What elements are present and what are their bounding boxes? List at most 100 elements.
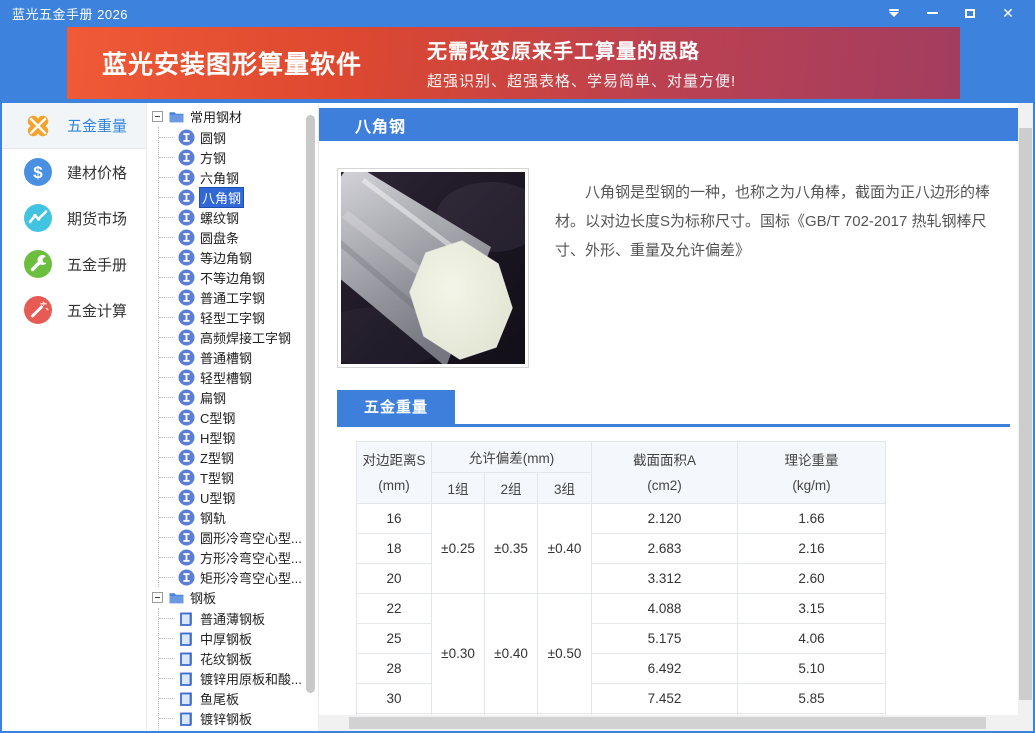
tree-item[interactable]: 八角钢	[159, 187, 318, 207]
intro-section: 八角钢是型钢的一种，也称之为八角棒，截面为正八边形的棒材。以对边长度S为标称尺寸…	[337, 168, 1010, 368]
cell-tolerance-1: ±0.25	[432, 504, 485, 594]
tree-item[interactable]: 等边角钢	[159, 247, 318, 267]
tree-guide	[159, 517, 173, 518]
tree-root-2[interactable]: 钢板	[147, 587, 318, 608]
tree-item[interactable]: 普通工字钢	[159, 287, 318, 307]
tree-item[interactable]: T型钢	[159, 467, 318, 487]
tree-item[interactable]: Z型钢	[159, 447, 318, 467]
ibeam-icon	[178, 189, 195, 206]
tab-hardware-weight[interactable]: 五金重量	[337, 390, 455, 424]
col-header-group-3: 3组	[538, 473, 592, 504]
minimize-icon	[927, 12, 938, 14]
tree-item-label: 扁钢	[200, 388, 226, 407]
ibeam-icon	[178, 209, 195, 226]
sheet-icon	[178, 650, 195, 667]
sidebar-item-3[interactable]: 期货市场	[2, 195, 146, 241]
vertical-scrollbar-thumb[interactable]	[1019, 128, 1032, 700]
cell-area: 7.452	[592, 684, 738, 714]
tree-guide	[159, 357, 173, 358]
tree-item[interactable]: 轻型工字钢	[159, 307, 318, 327]
tree-item[interactable]: 高频焊接工字钢	[159, 327, 318, 347]
tree-item[interactable]: 镀锌钢板	[159, 708, 318, 728]
tree-item[interactable]: 圆钢	[159, 127, 318, 147]
tree-scrollbar-thumb[interactable]	[306, 115, 315, 693]
banner-slogans: 无需改变原来手工算量的思路 超强识别、超强表格、学易简单、对量方便!	[427, 35, 736, 91]
tree-guide	[159, 618, 173, 619]
vertical-scrollbar[interactable]	[1018, 103, 1033, 731]
app-window: 蓝光五金手册 2026 ✕ 蓝光安装图形算量软件 无需改变原来手工算量的思路 超…	[0, 0, 1035, 733]
sidebar-item-1[interactable]: 五金重量	[2, 103, 146, 149]
tree-children: 圆钢方钢六角钢八角钢螺纹钢圆盘条等边角钢不等边角钢普通工字钢轻型工字钢高频焊接工…	[158, 127, 318, 587]
tree-item[interactable]: 镀锌用原板和酸...	[159, 668, 318, 688]
tree-item[interactable]: 普通薄钢板	[159, 608, 318, 628]
sidebar-item-label: 五金重量	[67, 115, 127, 136]
tree-item[interactable]: 扁钢	[159, 387, 318, 407]
skin-menu-icon[interactable]	[885, 5, 903, 21]
tree-guide	[159, 277, 173, 278]
tree-panel: 常用钢材圆钢方钢六角钢八角钢螺纹钢圆盘条等边角钢不等边角钢普通工字钢轻型工字钢高…	[147, 103, 319, 731]
tree-item-label: C型钢	[200, 408, 235, 427]
trend-icon	[23, 203, 53, 233]
tree-item[interactable]: 鱼尾板	[159, 688, 318, 708]
sidebar-item-2[interactable]: $建材价格	[2, 149, 146, 195]
tree-guide	[159, 417, 173, 418]
sheet-icon	[178, 730, 195, 732]
close-button[interactable]: ✕	[999, 5, 1017, 21]
tree-item[interactable]: 中厚钢板	[159, 628, 318, 648]
tree-item[interactable]: 方形冷弯空心型...	[159, 547, 318, 567]
col-header-group-2: 2组	[485, 473, 538, 504]
sidebar-item-5[interactable]: 五金计算	[2, 287, 146, 333]
minimize-button[interactable]	[923, 5, 941, 21]
tree-item-label: 圆钢	[200, 128, 226, 147]
page-title: 八角钢	[319, 108, 1018, 141]
ad-banner: 蓝光安装图形算量软件 无需改变原来手工算量的思路 超强识别、超强表格、学易简单、…	[67, 27, 960, 99]
cell-weight: 1.66	[738, 504, 886, 534]
tree-item[interactable]: 矩形冷弯空心型...	[159, 567, 318, 587]
product-photo	[337, 168, 529, 368]
cell-weight: 5.10	[738, 654, 886, 684]
tree-item[interactable]: 圆盘条	[159, 227, 318, 247]
ibeam-icon	[178, 289, 195, 306]
svg-text:$: $	[33, 163, 43, 182]
tree-guide	[159, 337, 173, 338]
banner-strip: 蓝光安装图形算量软件 无需改变原来手工算量的思路 超强识别、超强表格、学易简单、…	[2, 26, 1033, 103]
clover-icon	[23, 111, 53, 141]
ibeam-icon	[178, 429, 195, 446]
cell-area: 5.175	[592, 624, 738, 654]
collapse-icon[interactable]	[152, 111, 163, 122]
tree-item[interactable]: 方钢	[159, 147, 318, 167]
cell-area: 4.088	[592, 594, 738, 624]
tree-item[interactable]: 钢轨	[159, 507, 318, 527]
tree-item[interactable]: 螺纹钢	[159, 207, 318, 227]
horizontal-scrollbar[interactable]	[319, 715, 1018, 731]
maximize-button[interactable]	[961, 5, 979, 21]
horizontal-scrollbar-thumb[interactable]	[349, 717, 986, 729]
tree-item[interactable]: 不等边角钢	[159, 267, 318, 287]
product-description: 八角钢是型钢的一种，也称之为八角棒，截面为正八边形的棒材。以对边长度S为标称尺寸…	[547, 168, 1010, 368]
tree-item-label: 普通槽钢	[200, 348, 252, 367]
sidebar-item-4[interactable]: 五金手册	[2, 241, 146, 287]
content-area: 五金重量$建材价格期货市场五金手册五金计算 常用钢材圆钢方钢六角钢八角钢螺纹钢圆…	[2, 103, 1033, 731]
tree-item[interactable]: U型钢	[159, 487, 318, 507]
cell-tolerance-1: ±0.30	[432, 594, 485, 714]
tree-item[interactable]: H型钢	[159, 427, 318, 447]
ibeam-icon	[178, 529, 195, 546]
tree-item[interactable]: 花纹钢板	[159, 648, 318, 668]
tree-item[interactable]: 六角钢	[159, 167, 318, 187]
tree-item-label: 中厚钢板	[200, 629, 252, 648]
window-title: 蓝光五金手册 2026	[12, 4, 885, 23]
tree-item-label: Z型钢	[200, 448, 234, 467]
collapse-icon[interactable]	[152, 592, 163, 603]
cell-tolerance-2: ±0.35	[485, 504, 538, 594]
tree-item[interactable]: 镀锌铁皮	[159, 728, 318, 731]
tree-item[interactable]: 普通槽钢	[159, 347, 318, 367]
tree-item[interactable]: C型钢	[159, 407, 318, 427]
col-header-size: 对边距离S (mm)	[357, 442, 432, 504]
sheet-icon	[178, 610, 195, 627]
tree-item[interactable]: 轻型槽钢	[159, 367, 318, 387]
tree-root-1[interactable]: 常用钢材	[147, 106, 318, 127]
tree-item[interactable]: 圆形冷弯空心型...	[159, 527, 318, 547]
tree-guide	[159, 457, 173, 458]
tree-guide	[159, 718, 173, 719]
close-icon: ✕	[1002, 6, 1014, 20]
